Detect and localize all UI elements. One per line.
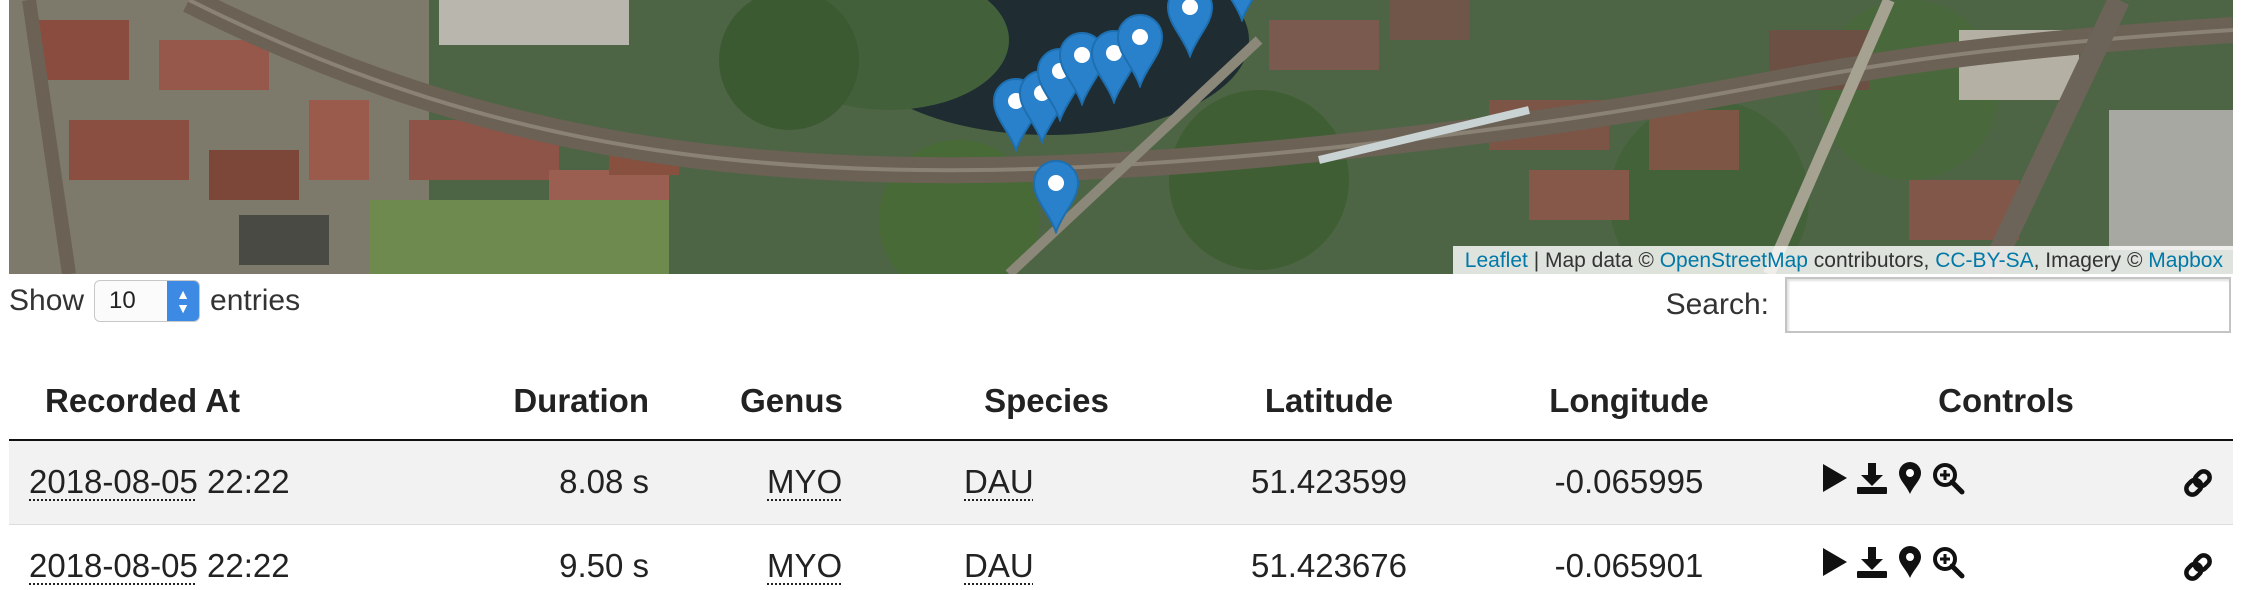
column-header-controls: Controls <box>1779 362 2233 441</box>
map-pin-icon[interactable] <box>1033 160 1079 234</box>
map-attribution: Leaflet | Map data © OpenStreetMap contr… <box>1452 246 2233 274</box>
longitude-cell: -0.065901 <box>1479 523 1779 590</box>
search-filter: Search: <box>1666 276 2231 334</box>
duration-cell: 9.50 s <box>454 523 669 590</box>
species-abbr: DAU <box>964 463 1034 501</box>
genus-abbr: MYO <box>767 547 843 585</box>
play-icon[interactable] <box>1817 461 1851 495</box>
species-abbr: DAU <box>964 547 1034 585</box>
map-pin-icon[interactable] <box>1167 0 1213 58</box>
openstreetmap-link[interactable]: OpenStreetMap <box>1660 249 1808 272</box>
table-header-row: Recorded At Duration Genus Species Latit… <box>9 362 2233 441</box>
genus-cell: MYO <box>669 523 914 590</box>
table-row: 2018-08-05 22:22 8.08 s MYO DAU 51.42359… <box>9 439 2233 524</box>
species-cell: DAU <box>914 439 1179 524</box>
column-header-duration[interactable]: Duration <box>454 362 669 441</box>
column-header-genus[interactable]: Genus <box>669 362 914 441</box>
search-input[interactable] <box>1785 277 2231 333</box>
attribution-text: contributors, <box>1807 249 1936 272</box>
map-pin-icon[interactable] <box>1117 14 1163 88</box>
entries-per-page-select[interactable]: 10 ▲ ▼ <box>94 280 201 322</box>
duration-cell: 8.08 s <box>454 439 669 524</box>
play-icon[interactable] <box>1817 545 1851 579</box>
entries-length-control: Show 10 ▲ ▼ entries <box>9 278 300 324</box>
control-group <box>1817 545 1965 579</box>
zoom-in-icon[interactable] <box>1931 461 1965 495</box>
column-header-recorded-at[interactable]: Recorded At <box>9 362 454 441</box>
column-header-longitude[interactable]: Longitude <box>1479 362 1779 441</box>
license-link[interactable]: CC-BY-SA <box>1935 249 2033 272</box>
latitude-cell: 51.423599 <box>1179 439 1479 524</box>
map-marker-icon[interactable] <box>1893 461 1927 495</box>
controls-cell <box>1779 523 2233 590</box>
search-label: Search: <box>1665 288 1769 321</box>
genus-abbr: MYO <box>767 463 843 501</box>
control-group <box>1817 461 1965 495</box>
genus-cell: MYO <box>669 439 914 524</box>
map-pin-icon[interactable] <box>1219 0 1265 22</box>
leaflet-link[interactable]: Leaflet <box>1465 249 1528 272</box>
species-cell: DAU <box>914 523 1179 590</box>
recorded-date: 2018-08-05 <box>29 547 198 585</box>
recorded-time: 22:22 <box>206 547 290 585</box>
download-icon[interactable] <box>1855 461 1889 495</box>
latitude-cell: 51.423676 <box>1179 523 1479 590</box>
column-header-species[interactable]: Species <box>914 362 1179 441</box>
chevron-up-down-icon: ▲ ▼ <box>167 281 200 321</box>
map-marker-icon[interactable] <box>1893 545 1927 579</box>
attribution-text: | Map data © <box>1527 249 1660 272</box>
table-row: 2018-08-05 22:22 9.50 s MYO DAU 51.42367… <box>9 523 2233 590</box>
recordings-table: Recorded At Duration Genus Species Latit… <box>9 362 2233 590</box>
controls-cell <box>1779 439 2233 524</box>
recorded-at-cell: 2018-08-05 22:22 <box>9 523 454 590</box>
recorded-date: 2018-08-05 <box>29 463 198 501</box>
download-icon[interactable] <box>1855 545 1889 579</box>
column-header-latitude[interactable]: Latitude <box>1179 362 1479 441</box>
length-prefix-label: Show <box>9 284 85 317</box>
entries-per-page-value: 10 <box>109 287 136 314</box>
attribution-text: , Imagery © <box>2033 249 2149 272</box>
zoom-in-icon[interactable] <box>1931 545 1965 579</box>
recorded-at-cell: 2018-08-05 22:22 <box>9 439 454 524</box>
length-suffix-label: entries <box>210 284 301 317</box>
link-icon[interactable] <box>2181 466 2215 508</box>
longitude-cell: -0.065995 <box>1479 439 1779 524</box>
recorded-time: 22:22 <box>206 463 290 501</box>
mapbox-link[interactable]: Mapbox <box>2148 249 2223 272</box>
map-view[interactable]: Leaflet | Map data © OpenStreetMap contr… <box>9 0 2233 274</box>
link-icon[interactable] <box>2181 550 2215 590</box>
